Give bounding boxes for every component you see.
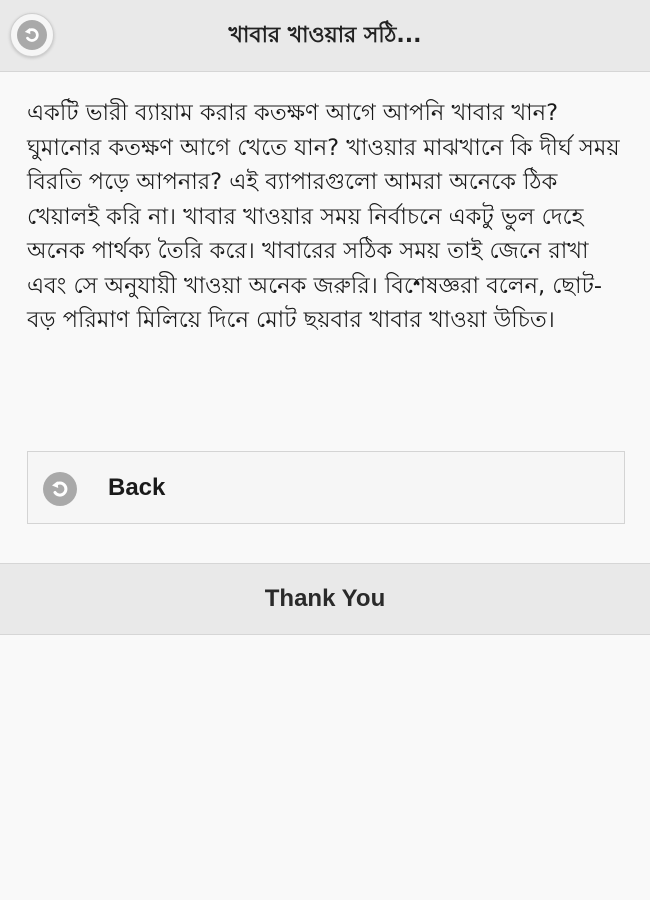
article-text: একটি ভারী ব্যায়াম করার কতক্ষণ আগে আপনি … (27, 100, 620, 333)
header-bar: খাবার খাওয়ার সঠি... (0, 0, 650, 72)
undo-arrow-icon (43, 472, 77, 506)
undo-arrow-icon (17, 20, 47, 50)
footer-bar: Thank You (0, 563, 650, 635)
back-button-label: Back (108, 474, 166, 501)
header-back-button[interactable] (10, 13, 54, 57)
page-title: খাবার খাওয়ার সঠি... (228, 23, 422, 48)
back-button[interactable]: Back (27, 451, 625, 524)
thank-you-text: Thank You (264, 585, 386, 612)
